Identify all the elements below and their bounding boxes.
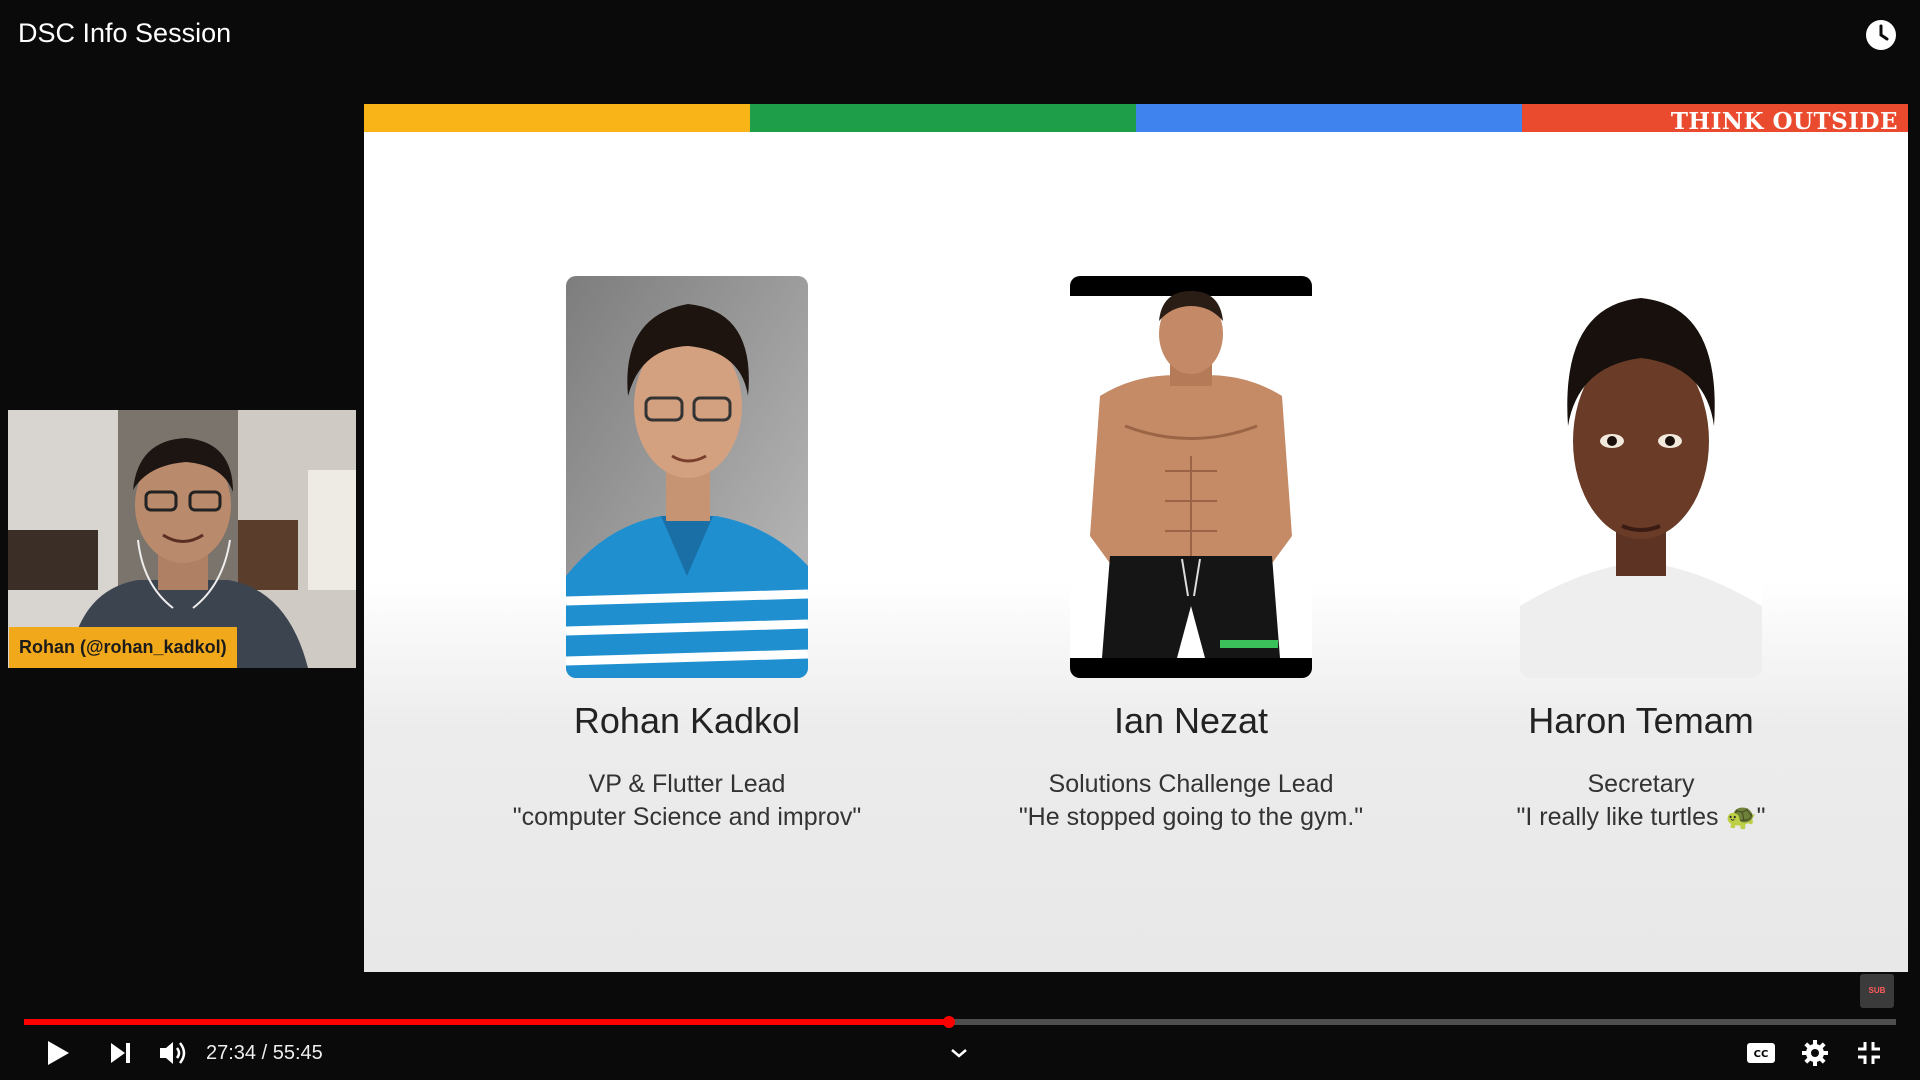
play-icon — [48, 1041, 69, 1065]
next-button[interactable] — [100, 1032, 140, 1074]
player-controls: 27:34 / 55:45 CC — [0, 1032, 1920, 1074]
chevron-down-icon — [951, 1049, 967, 1058]
progress-played — [24, 1019, 949, 1025]
color-bar-green — [750, 104, 1136, 132]
progress-bar[interactable] — [24, 1016, 1896, 1028]
member-card: Haron Temam Secretary "I really like tur… — [1421, 276, 1861, 834]
play-button[interactable] — [38, 1032, 78, 1074]
next-icon — [111, 1043, 130, 1063]
chapter-expand[interactable] — [948, 1032, 970, 1074]
webcam-label: Rohan (@rohan_kadkol) — [9, 627, 237, 668]
settings-icon — [1802, 1040, 1828, 1066]
volume-icon — [160, 1042, 186, 1064]
member-card: Rohan Kadkol VP & Flutter Lead "computer… — [467, 276, 907, 834]
member-card: Ian Nezat Solutions Challenge Lead "He s… — [971, 276, 1411, 834]
slide-banner-text: THINK OUTSIDE — [1670, 108, 1898, 135]
member-name: Haron Temam — [1528, 700, 1754, 741]
color-bar-yellow — [364, 104, 750, 132]
time-display: 27:34 / 55:45 — [206, 1041, 323, 1064]
member-photo — [566, 276, 808, 678]
video-title[interactable]: DSC Info Session — [18, 18, 231, 49]
captions-button[interactable]: CC — [1740, 1032, 1782, 1074]
member-photo — [1520, 276, 1762, 678]
captions-icon: CC — [1747, 1043, 1775, 1063]
exit-fullscreen-button[interactable] — [1848, 1032, 1890, 1074]
member-role: Solutions Challenge Lead — [1048, 770, 1334, 798]
member-quote: "He stopped going to the gym." — [1018, 803, 1364, 831]
member-photo — [1070, 276, 1312, 678]
watch-later-icon[interactable] — [1864, 18, 1898, 52]
channel-watermark[interactable]: SUB — [1860, 974, 1894, 1008]
member-name: Ian Nezat — [1113, 700, 1269, 741]
member-quote: "I really like turtles 🐢" — [1516, 803, 1766, 831]
scrubber-handle[interactable] — [942, 1016, 955, 1028]
svg-text:CC: CC — [1754, 1049, 1769, 1060]
webcam-feed: Rohan (@rohan_kadkol) — [8, 410, 356, 668]
volume-button[interactable] — [152, 1032, 196, 1074]
color-bar-blue — [1136, 104, 1522, 132]
member-role: VP & Flutter Lead — [588, 770, 786, 798]
member-role: Secretary — [1587, 770, 1695, 798]
presentation-slide: THINK OUTSIDE Rohan Kadkol VP & Flutter … — [364, 104, 1908, 972]
member-name: Rohan Kadkol — [573, 700, 801, 741]
settings-button[interactable] — [1794, 1032, 1836, 1074]
exit-fullscreen-icon — [1858, 1042, 1880, 1064]
member-quote: "computer Science and improv" — [512, 803, 862, 831]
